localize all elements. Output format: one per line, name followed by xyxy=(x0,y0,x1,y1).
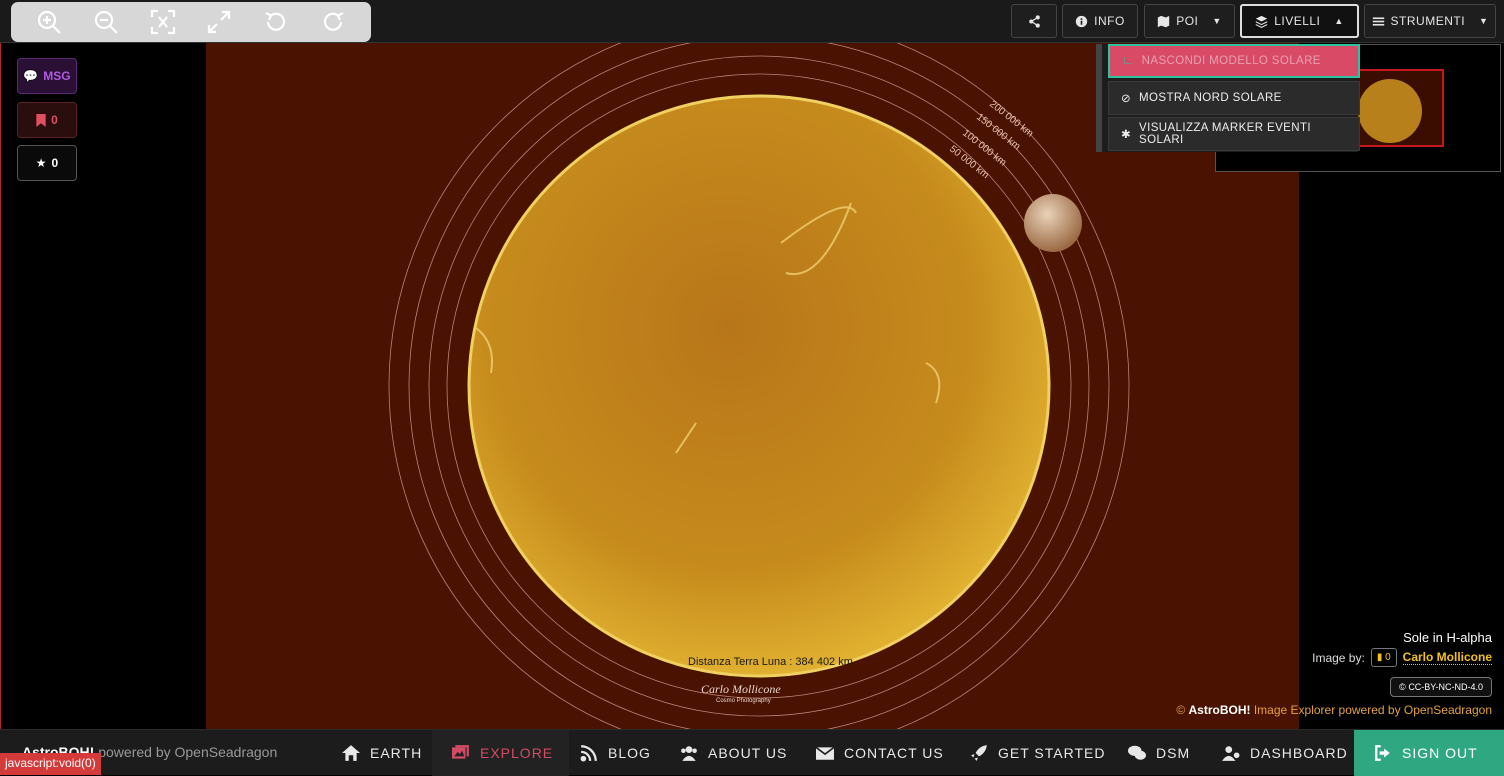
menu-item-label: VISUALIZZA MARKER EVENTI SOLARI xyxy=(1139,122,1311,146)
users-cog-icon xyxy=(1222,746,1240,761)
poi-label: POI xyxy=(1176,14,1199,28)
info-icon xyxy=(1075,15,1088,27)
license-label: CC-BY-NC-ND-4.0 xyxy=(1408,682,1483,692)
msg-label: MSG xyxy=(43,69,71,83)
asterisk-icon: ✱ xyxy=(1121,129,1132,141)
badge-count: 0 xyxy=(1385,652,1391,663)
cc-icon: © xyxy=(1399,682,1406,692)
fullscreen-button[interactable] xyxy=(203,6,235,38)
distance-label: Distanza Terra Luna : 384 402 km xyxy=(688,656,853,668)
compass-icon: ⊘ xyxy=(1121,93,1132,105)
strumenti-button[interactable]: STRUMENTI ▼ xyxy=(1364,4,1496,38)
zoom-in-button[interactable] xyxy=(33,6,65,38)
livelli-button[interactable]: LIVELLI ▲ xyxy=(1240,4,1359,38)
nav-label: DSM xyxy=(1156,745,1191,761)
star-button[interactable]: ★ 0 xyxy=(17,145,77,181)
home-icon xyxy=(342,745,360,761)
nav-get-started[interactable]: GET STARTED xyxy=(960,730,1115,776)
signature-sub: Cosmo Photography xyxy=(716,698,771,704)
users-icon xyxy=(681,746,697,761)
nav-label: DASHBOARD xyxy=(1250,745,1348,761)
bookmark-icon xyxy=(36,113,46,127)
nav-explore[interactable]: EXPLORE xyxy=(432,730,570,776)
layers-icon xyxy=(1256,15,1268,28)
credit-text[interactable]: Image Explorer powered by OpenSeadragon xyxy=(1254,703,1492,717)
nav-dashboard[interactable]: DASHBOARD xyxy=(1212,730,1358,776)
comments-icon xyxy=(1128,745,1146,760)
menu-item-label: NASCONDI MODELLO SOLARE xyxy=(1141,55,1321,67)
menu-item-nascondi-modello[interactable]: ∟ NASCONDI MODELLO SOLARE xyxy=(1108,44,1360,78)
zoom-toolbar xyxy=(11,2,371,42)
livelli-dropdown: ∟ NASCONDI MODELLO SOLARE ⊘ MOSTRA NORD … xyxy=(1096,44,1360,152)
caret-up-icon: ▲ xyxy=(1334,16,1344,26)
strumenti-label: STRUMENTI xyxy=(1390,14,1466,28)
info-button[interactable]: INFO xyxy=(1062,4,1138,38)
nav-blog[interactable]: BLOG xyxy=(570,730,661,776)
author-bookmark-badge[interactable]: ▮ 0 xyxy=(1370,648,1397,667)
nav-dsm[interactable]: DSM xyxy=(1118,730,1200,776)
msg-button[interactable]: 💬 MSG xyxy=(17,58,77,94)
livelli-label: LIVELLI xyxy=(1274,14,1321,28)
credit-brand[interactable]: AstroBOH! xyxy=(1189,703,1251,717)
nav-label: SIGN OUT xyxy=(1402,745,1478,761)
sliders-icon xyxy=(1372,16,1384,26)
top-toolbar: INFO POI ▼ LIVELLI ▲ STRUMENTI ▼ xyxy=(0,0,1504,43)
caret-down-icon: ▼ xyxy=(1212,16,1222,26)
rotate-left-button[interactable] xyxy=(260,6,292,38)
author-link[interactable]: Carlo Mollicone xyxy=(1402,650,1492,665)
image-by-label: Image by: xyxy=(1312,650,1365,665)
star-count: 0 xyxy=(51,156,59,170)
menu-item-label: MOSTRA NORD SOLARE xyxy=(1139,92,1282,104)
nav-label: EXPLORE xyxy=(480,745,554,761)
signature: Carlo Mollicone xyxy=(701,682,781,696)
nav-label: EARTH xyxy=(370,745,423,761)
image-title: Sole in H-alpha xyxy=(1403,630,1492,645)
rss-icon xyxy=(580,745,597,762)
share-icon xyxy=(1028,14,1040,28)
menu-item-mostra-nord[interactable]: ⊘ MOSTRA NORD SOLARE xyxy=(1108,81,1360,115)
rocket-icon xyxy=(971,745,987,761)
nav-label: GET STARTED xyxy=(998,745,1106,761)
credit-line: © AstroBOH! Image Explorer powered by Op… xyxy=(1176,703,1492,717)
sign-out-button[interactable]: SIGN OUT xyxy=(1354,730,1504,776)
status-bar-url: javascript:void(0) xyxy=(0,753,101,775)
nav-contact-us[interactable]: CONTACT US xyxy=(806,730,954,776)
nav-label: CONTACT US xyxy=(844,745,944,761)
share-button[interactable] xyxy=(1011,4,1057,38)
image-by: Image by: ▮ 0 Carlo Mollicone xyxy=(1312,648,1492,667)
menu-item-marker-eventi[interactable]: ✱ VISUALIZZA MARKER EVENTI SOLARI xyxy=(1108,117,1360,151)
corner-icon: ∟ xyxy=(1122,55,1134,67)
nav-earth[interactable]: EARTH xyxy=(332,730,432,776)
bookmark-button[interactable]: 0 xyxy=(17,102,77,138)
nav-about-us[interactable]: ABOUT US xyxy=(670,730,797,776)
nav-label: BLOG xyxy=(608,745,651,761)
license-badge[interactable]: © CC-BY-NC-ND-4.0 xyxy=(1390,677,1492,697)
zoom-out-button[interactable] xyxy=(90,6,122,38)
envelope-icon xyxy=(816,746,834,760)
powered-by: powered by OpenSeadragon xyxy=(98,744,278,760)
star-icon: ★ xyxy=(35,156,47,170)
sign-out-icon xyxy=(1375,745,1390,761)
poi-button[interactable]: POI ▼ xyxy=(1144,4,1235,38)
bookmark-count: 0 xyxy=(51,113,58,127)
bottom-nav: AstroBOH! powered by OpenSeadragon EARTH… xyxy=(0,729,1504,776)
sun-disc xyxy=(467,94,1051,678)
images-icon xyxy=(452,745,469,759)
jupiter-image xyxy=(1024,194,1082,252)
nav-label: ABOUT US xyxy=(708,745,788,761)
caret-down-icon: ▼ xyxy=(1479,16,1489,26)
info-label: INFO xyxy=(1094,14,1125,28)
chat-icon: 💬 xyxy=(23,69,39,83)
rotate-right-button[interactable] xyxy=(317,6,349,38)
reset-view-button[interactable] xyxy=(147,6,179,38)
map-icon xyxy=(1158,15,1170,27)
